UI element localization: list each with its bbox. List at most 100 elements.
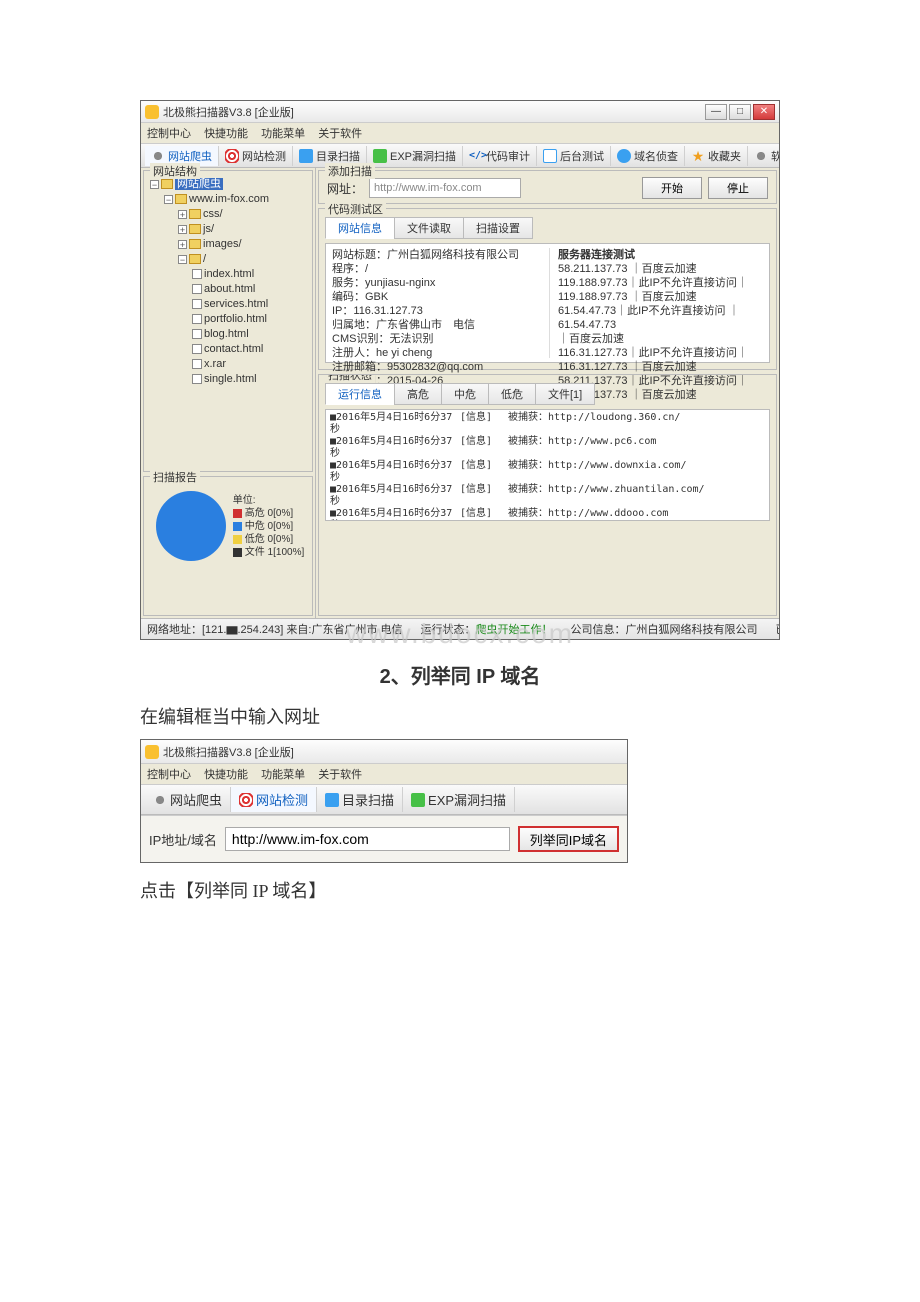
code-test-title: 代码测试区 [325, 201, 386, 217]
tab-low[interactable]: 低危 [488, 383, 536, 405]
bug-icon [411, 793, 425, 807]
tree-expand-icon[interactable]: + [178, 210, 187, 219]
ip-label: IP地址/域名 [149, 830, 217, 849]
add-scan-group: 添加扫描 网址： 开始 停止 [318, 170, 777, 204]
tree-expand-icon[interactable]: + [178, 240, 187, 249]
tool-fav-label: 收藏夹 [708, 148, 741, 164]
menu-quick[interactable]: 快捷功能 [204, 128, 248, 140]
minimize-button[interactable]: — [705, 104, 727, 120]
tree-root[interactable]: 网站爬虫 [175, 178, 223, 190]
tree-folder[interactable]: / [203, 253, 206, 265]
tree-collapse-icon[interactable]: − [164, 195, 173, 204]
toolbar: 网站爬虫 网站检测 目录扫描 EXP漏洞扫描 </>代码审计 后台测试 域名侦查… [141, 144, 779, 168]
file-icon [192, 359, 202, 369]
scan-report-title: 扫描报告 [150, 469, 200, 485]
tree-folder[interactable]: images/ [203, 238, 242, 250]
tree-file[interactable]: x.rar [204, 358, 226, 370]
site-tree[interactable]: −网站爬虫 −www.im-fox.com +css/ +js/ +images… [148, 173, 308, 463]
tree-folder[interactable]: js/ [203, 223, 214, 235]
stop-button[interactable]: 停止 [708, 177, 768, 199]
star-icon: ★ [691, 149, 705, 163]
tab-fileread[interactable]: 文件读取 [394, 217, 464, 239]
ip-input[interactable] [225, 827, 510, 851]
legend-file: 文件 1[100%] [245, 546, 304, 559]
titlebar[interactable]: 北极熊扫描器V3.8 [企业版] — □ ✕ [141, 101, 779, 123]
tool-dirscan[interactable]: 目录扫描 [317, 787, 403, 812]
tree-file[interactable]: about.html [204, 283, 255, 295]
spider-icon [151, 149, 165, 163]
tree-file[interactable]: index.html [204, 268, 254, 280]
tab-scanset[interactable]: 扫描设置 [463, 217, 533, 239]
tab-high[interactable]: 高危 [394, 383, 442, 405]
titlebar[interactable]: 北极熊扫描器V3.8 [企业版] [141, 740, 627, 764]
tab-run[interactable]: 运行信息 [325, 383, 395, 405]
tree-domain[interactable]: www.im-fox.com [189, 193, 269, 205]
tree-collapse-icon[interactable]: − [178, 255, 187, 264]
close-button[interactable]: ✕ [753, 104, 775, 120]
tool-code-label: 代码审计 [486, 148, 530, 164]
tool-dirscan-label: 目录扫描 [342, 790, 394, 809]
menu-quick[interactable]: 快捷功能 [204, 769, 248, 781]
tool-spider-label: 网站爬虫 [170, 790, 222, 809]
tree-expand-icon[interactable]: + [178, 225, 187, 234]
menu-control[interactable]: 控制中心 [147, 769, 191, 781]
folder-icon [299, 149, 313, 163]
app-small-window: 北极熊扫描器V3.8 [企业版] 控制中心 快捷功能 功能菜单 关于软件 网站爬… [140, 739, 628, 863]
app-title: 北极熊扫描器V3.8 [企业版] [163, 104, 294, 120]
legend-swatch-high [233, 509, 242, 518]
tool-spider-label: 网站爬虫 [168, 148, 212, 164]
maximize-button[interactable]: □ [729, 104, 751, 120]
tool-settings-label: 软件设置 [771, 148, 779, 164]
menu-control[interactable]: 控制中心 [147, 128, 191, 140]
tool-detect-label: 网站检测 [242, 148, 286, 164]
spider-icon [153, 793, 167, 807]
tool-exp[interactable]: EXP漏洞扫描 [403, 787, 515, 812]
tree-file[interactable]: portfolio.html [204, 313, 267, 325]
bug-icon [373, 149, 387, 163]
add-scan-title: 添加扫描 [325, 163, 375, 179]
tool-spider[interactable]: 网站爬虫 [145, 787, 231, 812]
menu-about[interactable]: 关于软件 [318, 128, 362, 140]
run-log[interactable]: ■2016年5月4日16时6分37秒[信息]被捕获：http://loudong… [325, 409, 770, 521]
list-same-ip-button[interactable]: 列举同IP域名 [518, 826, 619, 852]
tree-file[interactable]: contact.html [204, 343, 263, 355]
tool-fav[interactable]: ★收藏夹 [685, 146, 748, 166]
conn-test-text: 服务器连接测试 58.211.137.73 ｜百度云加速 119.188.97.… [549, 248, 763, 358]
tool-code[interactable]: </>代码审计 [463, 146, 537, 166]
url-input[interactable] [369, 178, 521, 198]
tool-admin[interactable]: 后台测试 [537, 146, 611, 166]
tool-settings[interactable]: 软件设置 [748, 146, 779, 166]
tree-file[interactable]: blog.html [204, 328, 249, 340]
watermark-text: www.bdocx.com [140, 618, 780, 650]
tree-file[interactable]: services.html [204, 298, 268, 310]
file-icon [192, 329, 202, 339]
file-icon [192, 314, 202, 324]
folder-icon [161, 179, 173, 189]
legend-low: 低危 0[0%] [245, 533, 293, 546]
tree-collapse-icon[interactable]: − [150, 180, 159, 189]
legend-swatch-mid [233, 522, 242, 531]
tool-detect[interactable]: 网站检测 [231, 787, 317, 812]
tool-domain[interactable]: 域名侦查 [611, 146, 685, 166]
target-icon [239, 793, 253, 807]
tool-detect[interactable]: 网站检测 [219, 146, 293, 166]
tab-file[interactable]: 文件[1] [535, 383, 595, 405]
app-title: 北极熊扫描器V3.8 [企业版] [163, 744, 294, 760]
menu-func[interactable]: 功能菜单 [261, 128, 305, 140]
tree-folder[interactable]: css/ [203, 208, 223, 220]
scan-status-title: 扫描状态 [325, 374, 375, 383]
toolbar: 网站爬虫 网站检测 目录扫描 EXP漏洞扫描 [141, 785, 627, 815]
folder-icon [189, 209, 201, 219]
start-button[interactable]: 开始 [642, 177, 702, 199]
tool-exp-label: EXP漏洞扫描 [390, 148, 456, 164]
folder-icon [189, 239, 201, 249]
tool-exp[interactable]: EXP漏洞扫描 [367, 146, 463, 166]
tab-mid[interactable]: 中危 [441, 383, 489, 405]
menu-func[interactable]: 功能菜单 [261, 769, 305, 781]
menu-about[interactable]: 关于软件 [318, 769, 362, 781]
tree-file[interactable]: single.html [204, 373, 257, 385]
file-icon [192, 269, 202, 279]
tab-siteinfo[interactable]: 网站信息 [325, 217, 395, 239]
folder-icon [189, 224, 201, 234]
globe-icon [617, 149, 631, 163]
